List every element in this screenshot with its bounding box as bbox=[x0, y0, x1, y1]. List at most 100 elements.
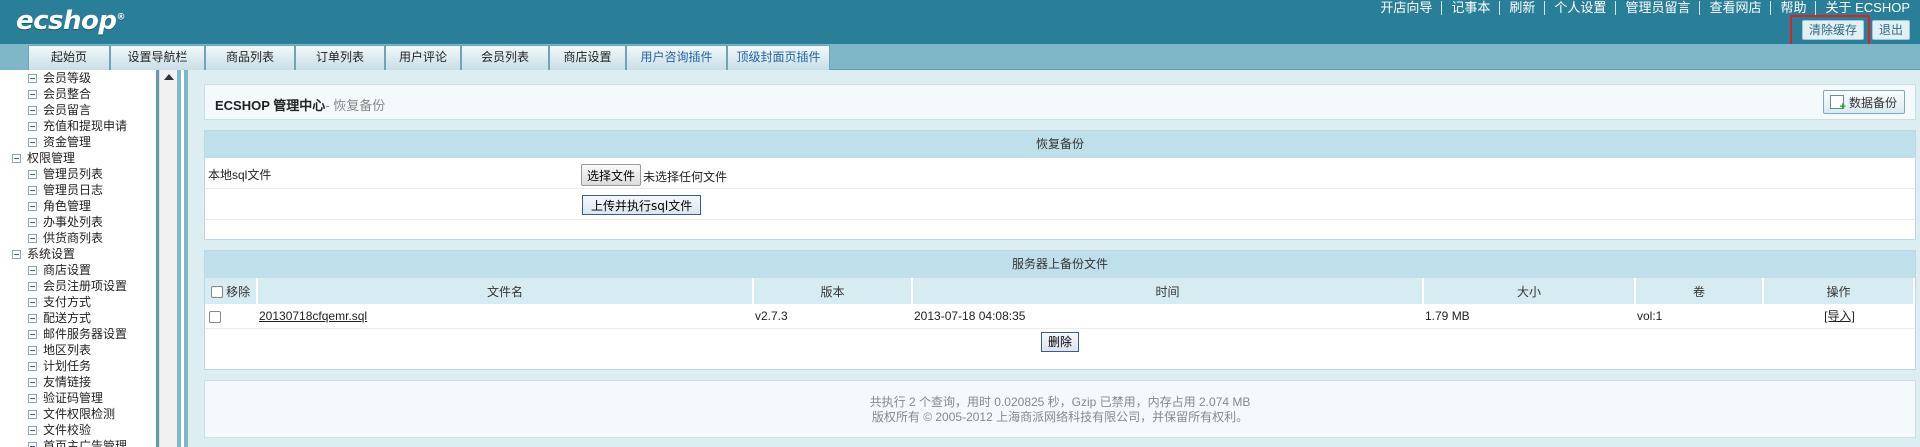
file-name-link[interactable]: 20130718cfqemr.sql bbox=[259, 309, 367, 323]
sidebar-item-label: 会员整合 bbox=[43, 87, 92, 101]
local-sql-row: 本地sql文件 选择文件 未选择任何文件 bbox=[205, 158, 1915, 189]
choose-file-button[interactable]: 选择文件 bbox=[581, 164, 642, 186]
scroll-up-arrow-icon[interactable] bbox=[164, 74, 174, 80]
sidebar-item[interactable]: 管理员列表 bbox=[8, 166, 158, 182]
row-checkbox[interactable] bbox=[209, 310, 221, 323]
menu-tab-7[interactable]: 用户咨询插件 bbox=[626, 45, 727, 70]
sidebar-item[interactable]: 商店设置 bbox=[8, 262, 158, 278]
top-link-2[interactable]: 刷新 bbox=[1500, 1, 1546, 15]
sidebar-item[interactable]: 文件校验 bbox=[8, 422, 158, 438]
tree-node-icon bbox=[28, 377, 37, 387]
sidebar-item[interactable]: 支付方式 bbox=[8, 294, 158, 310]
tree-node-icon bbox=[28, 409, 37, 419]
version-text: v2.7.3 bbox=[755, 308, 788, 323]
tree-node-icon bbox=[28, 185, 37, 195]
sidebar-item[interactable]: 文件权限检测 bbox=[8, 406, 158, 422]
header-bar: ecshop® 开店向导 记事本 刷新 个人设置 管理员留言 查看网店 帮助 关于 ECSHO… bbox=[0, 0, 1920, 51]
top-link-5[interactable]: 查看网店 bbox=[1700, 1, 1772, 15]
sidebar-item-label: 系统设置 bbox=[27, 247, 76, 261]
sidebar-item[interactable]: 验证码管理 bbox=[8, 390, 158, 406]
collapse-minus-icon bbox=[12, 153, 21, 163]
sidebar-item-label: 邮件服务器设置 bbox=[43, 327, 128, 341]
page-title: ECSHOP 管理中心- 恢复备份 bbox=[215, 95, 385, 114]
sidebar-item[interactable]: 充值和提现申请 bbox=[8, 118, 158, 134]
sidebar-item-label: 资金管理 bbox=[43, 135, 92, 149]
sidebar-item[interactable]: 供货商列表 bbox=[8, 230, 158, 246]
select-all-checkbox[interactable] bbox=[210, 286, 223, 299]
restore-panel: 恢复备份 本地sql文件 选择文件 未选择任何文件 上传并执行sql文件 bbox=[204, 130, 1916, 240]
menu-tab-8[interactable]: 顶级封面页插件 bbox=[727, 45, 830, 70]
sidebar-item[interactable]: 首页主广告管理 bbox=[8, 438, 158, 447]
menu-tab-2[interactable]: 商品列表 bbox=[205, 45, 295, 70]
menu-tab-3[interactable]: 订单列表 bbox=[295, 45, 385, 70]
backup-files-table: 移除 文件名 版本 时间 大小 卷 操作 20130718cfqemr.sql v… bbox=[205, 278, 1915, 329]
sidebar-item[interactable]: 会员整合 bbox=[8, 86, 158, 102]
sidebar-item[interactable]: 邮件服务器设置 bbox=[8, 326, 158, 342]
top-link-7[interactable]: 关于 ECSHOP bbox=[1816, 1, 1910, 15]
sidebar-item[interactable]: 资金管理 bbox=[8, 134, 158, 150]
server-backups-panel: 服务器上备份文件 移除 文件名 版本 时间 大小 卷 操作 20130718cf… bbox=[204, 250, 1916, 370]
time-cell: 2013-07-18 04:08:35 bbox=[912, 304, 1423, 329]
upload-execute-sql-button[interactable]: 上传并执行sql文件 bbox=[582, 195, 702, 215]
sidebar-item-label: 验证码管理 bbox=[43, 391, 104, 405]
tree-node-icon bbox=[28, 105, 37, 115]
data-backup-button[interactable]: 数据备份 bbox=[1822, 90, 1905, 114]
main-content: ECSHOP 管理中心- 恢复备份 数据备份 恢复备份 本地sql文件 选择文件… bbox=[184, 70, 1920, 447]
menu-tab-4[interactable]: 用户评论 bbox=[385, 45, 461, 70]
action-link[interactable]: [导入] bbox=[1824, 309, 1855, 323]
sidebar-item-label: 会员等级 bbox=[43, 71, 92, 85]
menu-tab-0[interactable]: 起始页 bbox=[28, 45, 110, 70]
menu-tab-6[interactable]: 商店设置 bbox=[549, 45, 626, 70]
clear-cache-button[interactable]: 清除缓存 bbox=[1801, 20, 1864, 40]
top-link-6[interactable]: 帮助 bbox=[1771, 1, 1817, 15]
sidebar-item-label: 供货商列表 bbox=[43, 231, 104, 245]
ecshop-logo[interactable]: ecshop® bbox=[16, 6, 125, 36]
top-link-4[interactable]: 管理员留言 bbox=[1616, 1, 1701, 15]
action-cell: [导入] bbox=[1763, 304, 1914, 329]
menu-tab-5[interactable]: 会员列表 bbox=[461, 45, 549, 70]
sidebar-item-label: 商店设置 bbox=[43, 263, 92, 277]
tree-node-icon bbox=[28, 233, 37, 243]
tree-node-icon bbox=[28, 345, 37, 355]
col-time: 时间 bbox=[912, 278, 1424, 304]
sidebar-item[interactable]: 配送方式 bbox=[8, 310, 158, 326]
sidebar-item[interactable]: 角色管理 bbox=[8, 198, 158, 214]
top-navigation: 开店向导 记事本 刷新 个人设置 管理员留言 查看网店 帮助 关于 ECSHOP bbox=[1371, 0, 1910, 16]
sidebar-item[interactable]: 计划任务 bbox=[8, 358, 158, 374]
logout-button[interactable]: 退出 bbox=[1871, 20, 1910, 40]
col-filename: 文件名 bbox=[257, 278, 754, 304]
sidebar-item-label: 文件权限检测 bbox=[43, 407, 116, 421]
sidebar-item[interactable]: 办事处列表 bbox=[8, 214, 158, 230]
sidebar-item[interactable]: 地区列表 bbox=[8, 342, 158, 358]
top-link-3[interactable]: 个人设置 bbox=[1545, 1, 1617, 15]
sidebar-item[interactable]: 会员留言 bbox=[8, 102, 158, 118]
menu-tab-1[interactable]: 设置导航栏 bbox=[110, 45, 205, 70]
restore-heading: 恢复备份 bbox=[205, 131, 1915, 158]
data-backup-label: 数据备份 bbox=[1848, 95, 1897, 110]
tree-node-icon bbox=[28, 425, 37, 435]
sidebar-item[interactable]: 友情链接 bbox=[8, 374, 158, 390]
tree-node-icon bbox=[28, 169, 37, 179]
sidebar-item-label: 权限管理 bbox=[27, 151, 76, 165]
sidebar-frame-gap bbox=[177, 70, 181, 447]
sidebar-item[interactable]: 会员等级 bbox=[8, 70, 158, 86]
tree-node-icon bbox=[28, 89, 37, 99]
sidebar-item-label: 充值和提现申请 bbox=[43, 119, 128, 133]
page-title-bar: ECSHOP 管理中心- 恢复备份 数据备份 bbox=[204, 84, 1916, 120]
footer: 共执行 2 个查询，用时 0.020825 秒，Gzip 已禁用，内存占用 2.… bbox=[204, 380, 1916, 438]
delete-button[interactable]: 删除 bbox=[1040, 331, 1079, 352]
sidebar-item[interactable]: 会员注册项设置 bbox=[8, 278, 158, 294]
time-text: 2013-07-18 04:08:35 bbox=[914, 308, 1026, 323]
sidebar-item-label: 首页主广告管理 bbox=[43, 439, 128, 447]
volume-cell: vol:1 bbox=[1635, 304, 1763, 329]
top-link-1[interactable]: 记事本 bbox=[1442, 1, 1501, 15]
page-title-main: ECSHOP 管理中心 bbox=[215, 98, 326, 113]
sidebar-scrollbar[interactable] bbox=[159, 70, 177, 447]
footer-copyright: 版权所有 © 2005-2012 上海商派网络科技有限公司，并保留所有权利。 bbox=[871, 410, 1249, 424]
volume-text: vol:1 bbox=[1637, 308, 1663, 323]
sidebar-group[interactable]: 权限管理 bbox=[8, 150, 158, 166]
top-link-0[interactable]: 开店向导 bbox=[1371, 1, 1443, 15]
col-remove-label: 移除 bbox=[226, 284, 251, 299]
sidebar-group[interactable]: 系统设置 bbox=[8, 246, 158, 262]
sidebar-item[interactable]: 管理员日志 bbox=[8, 182, 158, 198]
